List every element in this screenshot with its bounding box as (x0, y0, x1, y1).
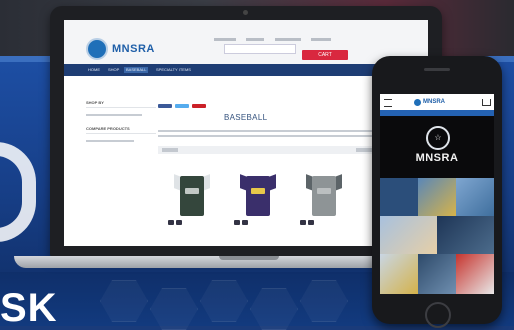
category-tile[interactable] (456, 178, 494, 216)
product-toolbar (158, 146, 408, 154)
product-card[interactable] (168, 170, 218, 225)
facebook-share-icon[interactable] (158, 104, 172, 108)
cart-icon[interactable] (482, 99, 491, 106)
header-link[interactable] (274, 38, 301, 41)
mobile-logo[interactable]: MNSRA (414, 98, 460, 106)
category-tile[interactable] (418, 254, 456, 294)
logo-emblem-icon (86, 38, 108, 60)
mobile-hero: ☆ MNSRA (380, 116, 494, 178)
phone-home-button[interactable] (425, 302, 451, 328)
phone-speaker (424, 68, 450, 71)
sidebar-heading-shop-by: SHOP BY (86, 100, 156, 108)
mobile-logo-text: MNSRA (423, 99, 445, 105)
shirt-print (251, 188, 265, 194)
product-actions (300, 220, 350, 225)
category-tile[interactable] (380, 254, 418, 294)
shirt-body (312, 176, 336, 216)
category-tile[interactable] (380, 178, 418, 216)
category-tile[interactable] (418, 178, 456, 216)
wishlist-button[interactable] (176, 220, 182, 225)
add-to-cart-button[interactable] (234, 220, 240, 225)
hero-emblem-icon: ☆ (426, 126, 450, 150)
header-link[interactable] (214, 38, 236, 41)
add-to-cart-button[interactable] (168, 220, 174, 225)
logo-text: MNSRA (112, 43, 155, 55)
site-header: MNSRA CART (64, 20, 428, 64)
nav-item-home[interactable]: HOME (88, 67, 100, 73)
sidebar-heading-compare: COMPARE PRODUCTS (86, 126, 156, 134)
site-logo[interactable]: MNSRA (86, 38, 155, 60)
category-tile[interactable] (456, 254, 494, 294)
shirt-body (246, 176, 270, 216)
search-input[interactable] (224, 44, 296, 54)
shirt-image (174, 170, 210, 216)
sidebar-line (86, 140, 134, 142)
add-to-cart-button[interactable] (300, 220, 306, 225)
cart-button[interactable]: CART (302, 50, 348, 60)
header-links (214, 28, 414, 41)
header-link[interactable] (311, 38, 332, 41)
wishlist-button[interactable] (242, 220, 248, 225)
twitter-share-icon[interactable] (175, 104, 189, 108)
description-line (158, 135, 378, 137)
pinterest-share-icon[interactable] (192, 104, 206, 108)
wishlist-button[interactable] (308, 220, 314, 225)
social-share (158, 104, 206, 108)
phone-screen: MNSRA ☆ MNSRA (380, 94, 494, 294)
nav-item-baseball[interactable]: BASEBALL (124, 67, 149, 73)
shirt-image (240, 170, 276, 216)
view-mode-toggle[interactable] (162, 148, 178, 152)
logo-emblem-icon (414, 98, 421, 106)
category-tile[interactable] (380, 216, 437, 254)
phone: MNSRA ☆ MNSRA (372, 56, 502, 328)
mobile-header: MNSRA (380, 94, 494, 110)
sidebar-line (86, 114, 142, 116)
shirt-print (317, 188, 331, 194)
hero-brand: MNSRA (415, 152, 459, 164)
background-letters: SK (0, 286, 58, 330)
hamburger-menu-icon[interactable] (384, 99, 392, 107)
product-actions (234, 220, 284, 225)
category-description (158, 130, 406, 140)
product-actions (168, 220, 218, 225)
nav-item-specialty[interactable]: SPECIALTY ITEMS (156, 67, 191, 73)
shirt-body (180, 176, 204, 216)
sidebar: SHOP BY COMPARE PRODUCTS (86, 100, 156, 147)
description-line (158, 130, 398, 132)
laptop-notch (219, 256, 279, 260)
shirt-image (306, 170, 342, 216)
category-tile[interactable] (437, 216, 494, 254)
nav-item-shop[interactable]: SHOP (108, 67, 119, 73)
category-title: BASEBALL (224, 113, 268, 122)
product-card[interactable] (300, 170, 350, 225)
shirt-print (185, 188, 199, 194)
laptop-camera (243, 10, 248, 15)
header-link[interactable] (246, 38, 265, 41)
product-card[interactable] (234, 170, 284, 225)
